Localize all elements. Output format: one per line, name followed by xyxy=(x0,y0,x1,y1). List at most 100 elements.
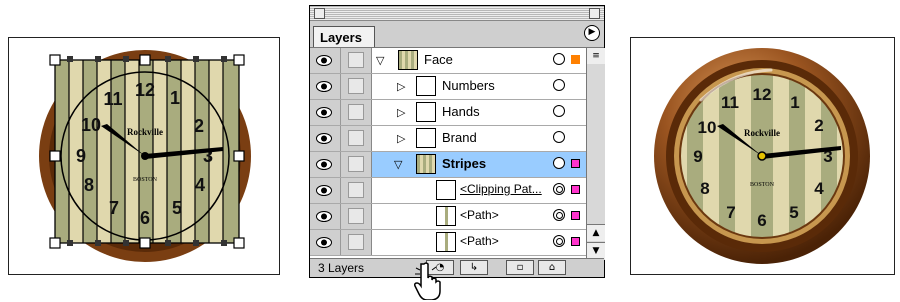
palette-menu-button[interactable]: ▶ xyxy=(584,25,600,41)
visibility-toggle[interactable] xyxy=(310,204,341,229)
brand-label: Rockville xyxy=(127,127,163,137)
layer-name: <Path> xyxy=(460,234,499,248)
target-icon[interactable] xyxy=(553,105,565,117)
layer-row-face[interactable]: ▽ Face xyxy=(310,48,586,74)
palette-title-bar[interactable] xyxy=(310,6,604,21)
city-label: BOSTON xyxy=(750,182,775,188)
brand-label: Rockville xyxy=(744,128,780,138)
numeral-12: 12 xyxy=(135,80,155,100)
triangle-right-icon[interactable]: ▷ xyxy=(397,133,405,144)
numeral-11: 11 xyxy=(103,89,122,109)
eye-icon xyxy=(316,107,332,118)
layer-color-swatch xyxy=(571,185,580,194)
artwork-before: 12 1 2 3 4 5 6 7 8 9 10 11 Rockville BOS… xyxy=(8,37,280,275)
numeral-5: 5 xyxy=(172,198,182,218)
layer-name: Numbers xyxy=(442,78,495,93)
lock-toggle[interactable] xyxy=(341,48,372,73)
numeral-2: 2 xyxy=(814,116,823,135)
layer-row-numbers[interactable]: ▷ Numbers xyxy=(310,74,586,100)
new-layer-button[interactable]: ▫ xyxy=(506,260,534,275)
numeral-1: 1 xyxy=(790,93,799,112)
numeral-9: 9 xyxy=(76,146,86,166)
layers-palette: Layers ▶ ▽ Face ▷ Numbers ▷ Hands ▷ Bran… xyxy=(309,5,605,278)
layer-color-swatch xyxy=(571,159,580,168)
layer-name: Brand xyxy=(442,130,477,145)
target-icon[interactable] xyxy=(553,209,565,221)
sublayer-icon: ↳ xyxy=(469,262,479,273)
lock-toggle[interactable] xyxy=(341,126,372,151)
triangle-right-icon[interactable]: ▷ xyxy=(397,81,405,92)
lock-toggle[interactable] xyxy=(341,230,372,255)
numeral-5: 5 xyxy=(789,203,798,222)
visibility-toggle[interactable] xyxy=(310,230,341,255)
tab-row: Layers ▶ xyxy=(310,21,604,48)
numeral-10: 10 xyxy=(698,118,717,137)
close-box-icon[interactable] xyxy=(314,8,325,19)
numeral-6: 6 xyxy=(140,208,150,228)
create-sublayer-button[interactable]: ↳ xyxy=(460,260,488,275)
visibility-toggle[interactable] xyxy=(310,74,341,99)
target-icon[interactable] xyxy=(553,183,565,195)
vertical-scrollbar[interactable]: ≡ ▲ ▼ xyxy=(586,48,605,260)
zoom-box-icon[interactable] xyxy=(589,8,600,19)
numeral-7: 7 xyxy=(109,198,119,218)
trash-button[interactable]: ⌂ xyxy=(538,260,566,275)
scroll-down-arrow-icon[interactable]: ▼ xyxy=(587,242,605,259)
layer-row-clipping-path[interactable]: <Clipping Pat... xyxy=(310,178,586,204)
tab-layers[interactable]: Layers xyxy=(313,26,375,47)
layer-row-brand[interactable]: ▷ Brand xyxy=(310,126,586,152)
triangle-down-icon[interactable]: ▽ xyxy=(394,159,402,170)
target-icon[interactable] xyxy=(553,235,565,247)
layer-thumbnail xyxy=(416,128,436,148)
layer-name: <Clipping Pat... xyxy=(460,182,542,196)
target-icon[interactable] xyxy=(553,131,565,143)
visibility-toggle[interactable] xyxy=(310,48,341,73)
scroll-top-icon[interactable]: ≡ xyxy=(587,48,605,64)
triangle-down-icon[interactable]: ▽ xyxy=(376,55,384,66)
layer-row-path[interactable]: <Path> xyxy=(310,204,586,230)
layer-name: Stripes xyxy=(442,156,487,171)
layer-color-swatch xyxy=(571,55,580,64)
clock-edit-illustration: 12 1 2 3 4 5 6 7 8 9 10 11 Rockville BOS… xyxy=(39,50,251,262)
layer-name: Face xyxy=(424,52,453,67)
lock-toggle[interactable] xyxy=(341,178,372,203)
layer-row-hands[interactable]: ▷ Hands xyxy=(310,100,586,126)
numeral-4: 4 xyxy=(814,179,824,198)
target-icon[interactable] xyxy=(553,53,565,65)
lock-toggle[interactable] xyxy=(341,74,372,99)
layer-name: Hands xyxy=(442,104,480,119)
eye-icon xyxy=(316,185,332,196)
triangle-right-icon[interactable]: ▷ xyxy=(397,107,405,118)
layer-row-path[interactable]: <Path> xyxy=(310,230,586,256)
eye-icon xyxy=(316,55,332,66)
layer-thumbnail xyxy=(398,50,418,70)
numeral-4: 4 xyxy=(195,175,205,195)
numeral-11: 11 xyxy=(721,93,739,112)
lock-toggle[interactable] xyxy=(341,204,372,229)
numeral-1: 1 xyxy=(170,88,180,108)
numeral-10: 10 xyxy=(81,115,101,135)
lock-toggle[interactable] xyxy=(341,100,372,125)
visibility-toggle[interactable] xyxy=(310,126,341,151)
numeral-8: 8 xyxy=(84,175,94,195)
new-layer-icon: ▫ xyxy=(516,262,524,273)
layer-row-stripes[interactable]: ▽ Stripes xyxy=(310,152,586,178)
numeral-7: 7 xyxy=(726,203,735,222)
visibility-toggle[interactable] xyxy=(310,152,341,177)
eye-icon xyxy=(316,133,332,144)
layer-thumbnail xyxy=(436,180,456,200)
lock-toggle[interactable] xyxy=(341,152,372,177)
visibility-toggle[interactable] xyxy=(310,100,341,125)
numeral-9: 9 xyxy=(693,147,702,166)
hand-cursor-icon xyxy=(414,262,441,300)
visibility-toggle[interactable] xyxy=(310,178,341,203)
layer-color-swatch xyxy=(571,211,580,220)
target-icon[interactable] xyxy=(553,79,565,91)
layer-count-label: 3 Layers xyxy=(318,261,365,275)
scroll-up-arrow-icon[interactable]: ▲ xyxy=(587,224,605,241)
triangle-right-icon: ▶ xyxy=(588,27,596,37)
target-icon[interactable] xyxy=(553,157,565,169)
layer-thumbnail xyxy=(416,154,436,174)
eye-icon xyxy=(316,211,332,222)
layer-name: <Path> xyxy=(460,208,499,222)
